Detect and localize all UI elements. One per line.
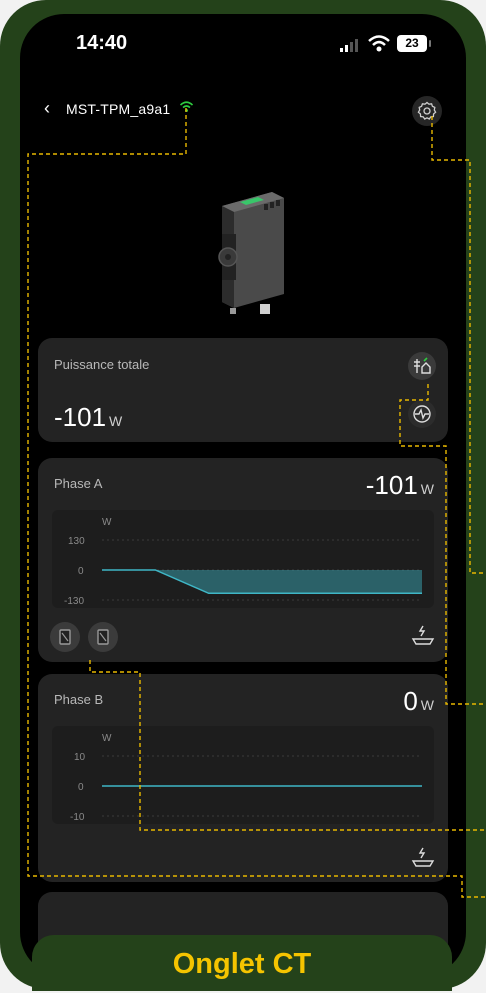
battery-icon: 23: [397, 35, 431, 52]
ct-clamp-button-1[interactable]: [50, 622, 80, 652]
status-time: 14:40: [76, 32, 128, 54]
phase-a-tick-top: 130: [68, 536, 85, 547]
phase-b-chart-svg: W 10 0 -10: [70, 733, 422, 823]
phase-b-y-unit: W: [102, 733, 112, 744]
charger-icon[interactable]: [410, 846, 436, 870]
phone-screen: 14:40 23 ‹ MST-TPM_a9a1 Puissance totale…: [20, 14, 466, 976]
charger-icon[interactable]: [410, 624, 436, 648]
pulse-icon: [413, 405, 431, 423]
phase-b-chart: W 10 0 -10: [52, 726, 434, 824]
phase-b-tick-bottom: -10: [70, 812, 85, 823]
back-arrow-icon[interactable]: ‹: [44, 98, 50, 119]
grid-switch-button[interactable]: [408, 352, 436, 380]
phase-a-tick-bottom: -130: [64, 596, 84, 607]
phase-a-value: -101 W: [366, 470, 434, 501]
total-power-number: -101: [54, 402, 107, 432]
power-grid-icon: [414, 357, 431, 374]
total-power-card[interactable]: Puissance totale -101 W: [38, 338, 448, 442]
phase-a-tick-zero: 0: [78, 566, 84, 577]
settings-button[interactable]: [412, 96, 442, 126]
phase-b-number: 0: [403, 686, 418, 716]
phase-a-unit: W: [420, 481, 434, 497]
phase-a-chart: W 130 0 -130: [52, 510, 434, 608]
status-bar: 14:40 23: [20, 32, 466, 62]
gear-icon: [417, 101, 437, 120]
total-power-unit: W: [109, 413, 123, 429]
wifi-connected-icon: [180, 101, 193, 112]
wifi-icon: [368, 35, 390, 52]
device-name-title: MST-TPM_a9a1: [66, 101, 171, 117]
phase-b-unit: W: [420, 697, 434, 713]
phase-b-value: 0W: [403, 686, 434, 717]
phase-a-number: -101: [365, 470, 418, 500]
phase-a-y-unit: W: [102, 517, 112, 528]
power-monitor-button[interactable]: [408, 400, 436, 428]
signal-icon: [340, 39, 358, 52]
total-power-value: -101 W: [54, 402, 122, 433]
ct-clamp-button-2[interactable]: [88, 622, 118, 652]
phase-a-card[interactable]: Phase A -101 W W 130 0 -130: [38, 458, 448, 662]
device-image: [218, 192, 284, 314]
phase-b-tick-zero: 0: [78, 782, 84, 793]
phase-a-label: Phase A: [54, 476, 103, 491]
phase-b-tick-top: 10: [74, 752, 86, 763]
phase-a-series-area: [102, 570, 422, 594]
nav-bar: ‹ MST-TPM_a9a1: [20, 96, 466, 126]
total-power-label: Puissance totale: [54, 357, 150, 372]
title-banner: Onglet CT: [32, 935, 452, 991]
phase-b-label: Phase B: [54, 692, 104, 707]
ct-clamp-icon: [59, 629, 71, 645]
ct-clamp-icon: [97, 629, 109, 645]
phase-a-chart-svg: W 130 0 -130: [64, 517, 422, 607]
phase-b-card[interactable]: Phase B 0W W 10 0 -10: [38, 674, 448, 882]
